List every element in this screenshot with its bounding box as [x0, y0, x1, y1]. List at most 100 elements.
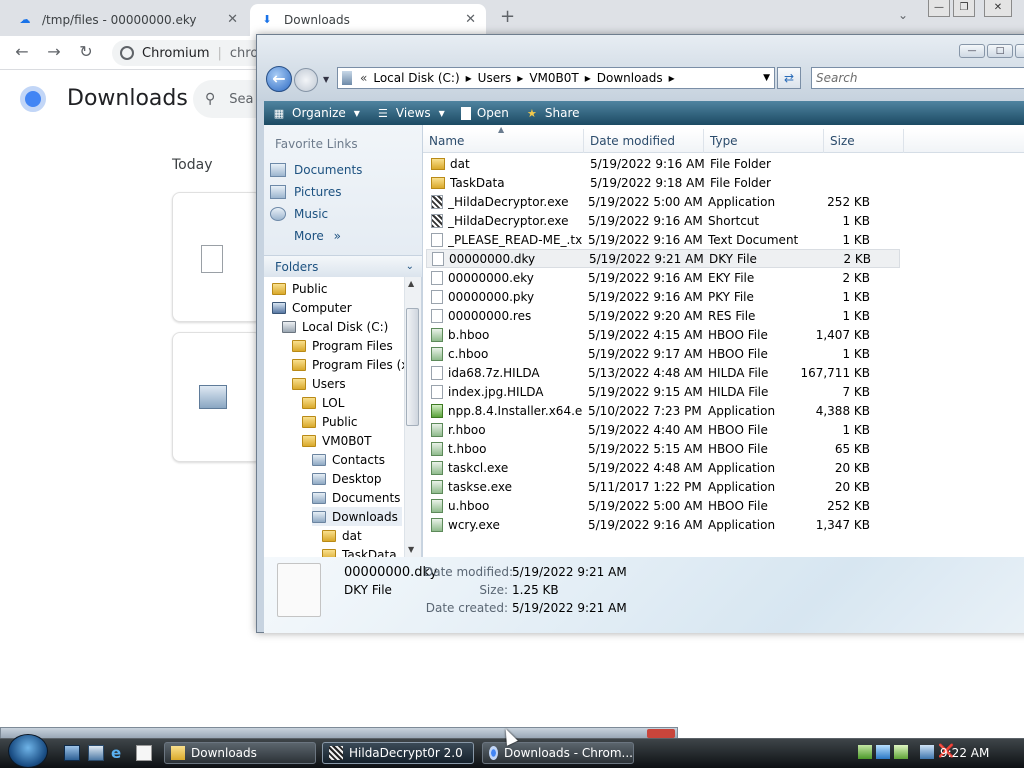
scroll-up-icon[interactable]: ▲ — [408, 279, 414, 288]
file-row[interactable]: 00000000.dky 5/19/2022 9:21 AM DKY File 2 K… — [426, 249, 900, 268]
refresh-icon[interactable]: ⇄ — [777, 67, 801, 89]
tab-search-chevron-icon[interactable]: ⌄ — [898, 8, 908, 22]
file-size: 20 KB — [834, 460, 870, 475]
file-row[interactable]: _PLEASE_READ-ME_.txt 5/19/2022 9:16 AM Tex… — [426, 230, 900, 249]
open-button[interactable]: Open — [453, 101, 517, 125]
file-row[interactable]: 00000000.pky 5/19/2022 9:16 AM PKY File 1 K… — [426, 287, 900, 306]
tray-app-icon[interactable] — [894, 745, 908, 759]
chevron-right-icon[interactable]: ▸ — [585, 71, 591, 85]
file-row[interactable]: r.hboo 5/19/2022 4:40 AM HBOO File 1 KB — [426, 420, 900, 439]
close-icon[interactable] — [647, 729, 675, 738]
chevron-right-icon[interactable]: ▸ — [466, 71, 472, 85]
start-button[interactable] — [8, 734, 48, 768]
breadcrumb-local-disk[interactable]: Local Disk (C:) — [373, 71, 459, 85]
share-button[interactable]: ★ Share — [517, 101, 588, 125]
tree-item[interactable]: dat — [322, 526, 362, 545]
show-desktop-icon[interactable] — [64, 745, 80, 761]
organize-button[interactable]: ▦ Organize ▼ — [264, 101, 368, 125]
download-card[interactable] — [172, 332, 262, 462]
chevron-right-icon[interactable]: ▸ — [669, 71, 675, 85]
folders-header[interactable]: Folders ⌄ — [264, 255, 422, 277]
tree-item[interactable]: Downloads — [312, 507, 402, 526]
back-arrow-icon[interactable]: ← — [266, 66, 292, 92]
history-chevron-down-icon[interactable]: ▼ — [323, 75, 329, 84]
tree-item[interactable]: Program Files (x8 — [292, 355, 404, 374]
tray-app-icon[interactable] — [858, 745, 872, 759]
views-button[interactable]: ☰ Views ▼ — [368, 101, 453, 125]
forward-arrow-icon[interactable] — [294, 68, 318, 92]
column-date-modified[interactable]: Date modified — [584, 129, 704, 153]
file-row[interactable]: taskcl.exe 5/19/2022 4:48 AM Application 20… — [426, 458, 900, 477]
notepad-icon[interactable] — [136, 745, 152, 761]
new-tab-button[interactable]: + — [500, 6, 515, 27]
tree-item[interactable]: Users — [292, 374, 346, 393]
internet-explorer-icon[interactable]: e — [111, 745, 127, 761]
favorite-pictures[interactable]: Pictures — [270, 185, 342, 199]
file-row[interactable]: wcry.exe 5/19/2022 9:16 AM Application 1,34… — [426, 515, 900, 534]
restore-button[interactable]: ❐ — [953, 0, 975, 17]
file-row[interactable]: dat 5/19/2022 9:16 AM File Folder — [426, 154, 900, 173]
file-row[interactable]: t.hboo 5/19/2022 5:15 AM HBOO File 65 KB — [426, 439, 900, 458]
file-row[interactable]: ida68.7z.HILDA 5/13/2022 4:48 AM HILDA Fil… — [426, 363, 900, 382]
tree-item[interactable]: VM0B0T — [302, 431, 371, 450]
file-row[interactable]: taskse.exe 5/11/2017 1:22 PM Application 20… — [426, 477, 900, 496]
file-row[interactable]: TaskData 5/19/2022 9:18 AM File Folder — [426, 173, 900, 192]
tree-scrollbar-thumb[interactable] — [406, 308, 419, 426]
download-card[interactable] — [172, 192, 262, 322]
breadcrumb-users[interactable]: Users — [478, 71, 512, 85]
switch-windows-icon[interactable] — [88, 745, 104, 761]
favorite-more-link[interactable]: More » — [294, 229, 341, 243]
maximize-button[interactable]: □ — [987, 44, 1013, 58]
search-input[interactable]: Search — [811, 67, 1024, 89]
tree-item[interactable]: TaskData — [322, 545, 397, 557]
reload-icon[interactable]: ↻ — [76, 42, 96, 62]
taskbar-explorer-downloads[interactable]: Downloads — [164, 742, 316, 764]
file-name: ida68.7z.HILDA — [448, 365, 540, 380]
file-row[interactable]: c.hboo 5/19/2022 9:17 AM HBOO File 1 KB — [426, 344, 900, 363]
tree-item[interactable]: Public — [302, 412, 358, 431]
back-arrow-icon[interactable]: ← — [12, 42, 32, 62]
taskbar-clock[interactable]: 9:22 AM — [940, 746, 989, 760]
close-tab-icon[interactable]: ✕ — [465, 12, 476, 27]
minimize-button[interactable]: — — [959, 44, 985, 58]
column-type[interactable]: Type — [704, 129, 824, 153]
close-button[interactable]: ✕ — [1015, 44, 1024, 58]
file-row[interactable]: _HildaDecryptor.exe 5/19/2022 9:16 AM Shor… — [426, 211, 900, 230]
tree-item[interactable]: Documents — [312, 488, 400, 507]
tree-item[interactable]: Public — [272, 279, 328, 298]
taskbar-chromium-downloads[interactable]: Downloads - Chrom... — [482, 742, 634, 764]
tree-item[interactable]: Desktop — [312, 469, 382, 488]
file-row[interactable]: _HildaDecryptor.exe 5/19/2022 5:00 AM Appl… — [426, 192, 900, 211]
chrome-tab-downloads[interactable]: ⬇ Downloads ✕ — [250, 4, 486, 36]
taskbar-hilda-decryptor[interactable]: HildaDecrypt0r 2.0 — [322, 742, 474, 764]
tree-item[interactable]: Contacts — [312, 450, 385, 469]
favorite-documents[interactable]: Documents — [270, 163, 362, 177]
folder-icon — [302, 396, 316, 409]
tree-item[interactable]: Program Files — [292, 336, 393, 355]
tree-item[interactable]: Local Disk (C:) — [282, 317, 388, 336]
file-row[interactable]: u.hboo 5/19/2022 5:00 AM HBOO File 252 KB — [426, 496, 900, 515]
column-size[interactable]: Size — [824, 129, 904, 153]
chevron-right-icon[interactable]: ▸ — [517, 71, 523, 85]
tray-app-icon[interactable] — [876, 745, 890, 759]
file-row[interactable]: npp.8.4.Installer.x64.exe 5/10/2022 7:23 … — [426, 401, 900, 420]
close-button[interactable]: ✕ — [984, 0, 1012, 17]
favorite-music[interactable]: Music — [270, 207, 328, 221]
breadcrumb-downloads[interactable]: Downloads — [597, 71, 663, 85]
file-row[interactable]: b.hboo 5/19/2022 4:15 AM HBOO File 1,407 KB — [426, 325, 900, 344]
address-bar[interactable]: « Local Disk (C:) ▸ Users ▸ VM0B0T ▸ Dow… — [337, 67, 775, 89]
chrome-tab-tmp-files[interactable]: ☁ /tmp/files - 00000000.eky ✕ — [8, 4, 248, 36]
file-row[interactable]: index.jpg.HILDA 5/19/2022 9:15 AM HILDA Fi… — [426, 382, 900, 401]
close-tab-icon[interactable]: ✕ — [227, 12, 238, 27]
minimize-button[interactable]: — — [928, 0, 950, 17]
tree-item[interactable]: Computer — [272, 298, 352, 317]
breadcrumb-vm0b0t[interactable]: VM0B0T — [529, 71, 578, 85]
folder-icon — [292, 377, 306, 390]
network-icon[interactable] — [920, 745, 934, 759]
scroll-down-icon[interactable]: ▼ — [408, 545, 414, 554]
tree-item[interactable]: LOL — [302, 393, 344, 412]
address-dropdown-icon[interactable]: ▼ — [763, 73, 770, 83]
file-row[interactable]: 00000000.eky 5/19/2022 9:16 AM EKY File 2 K… — [426, 268, 900, 287]
forward-arrow-icon[interactable]: → — [44, 42, 64, 62]
file-row[interactable]: 00000000.res 5/19/2022 9:20 AM RES File 1 K… — [426, 306, 900, 325]
